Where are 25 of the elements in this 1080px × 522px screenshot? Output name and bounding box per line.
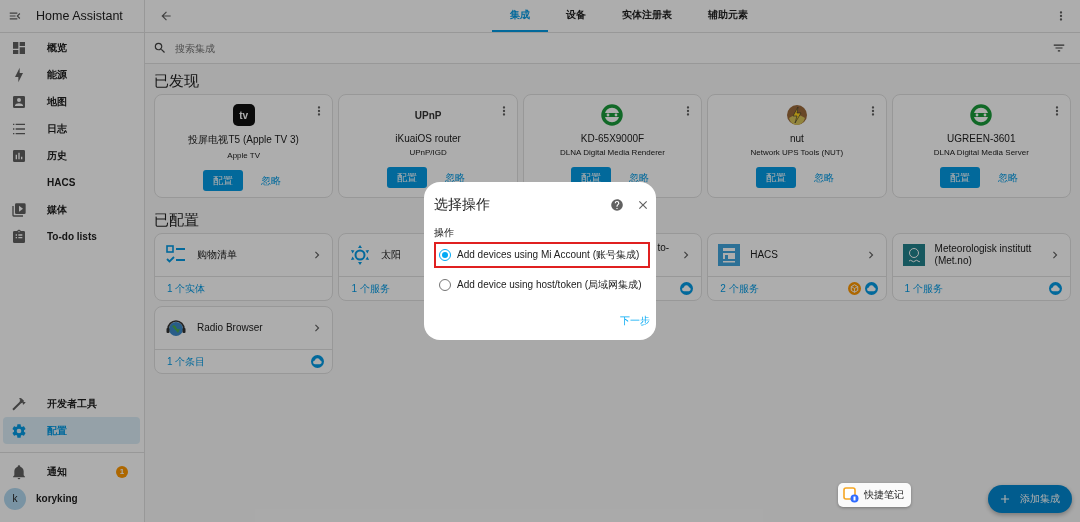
integration-name: Radio Browser [197,321,263,335]
integration-name: UPnP/IGD [409,148,447,157]
integration-name: DLNA Digital Media Server [933,148,1029,157]
avatar: k [4,487,26,510]
device-name: 投屏电视T5 (Apple TV 3) [188,133,299,147]
device-name: iKuaiOS router [395,133,461,144]
integration-name: Apple TV [227,151,261,160]
integration-name: HACS [750,248,778,262]
integration-name: 太阳 [381,248,402,262]
device-name: nut [789,133,804,144]
count-badge: 1 [116,465,128,478]
device-name: UGREEN-3601 [947,133,1016,144]
app-title: Home Assistant [36,9,123,23]
integration-name: to- [657,242,670,255]
integration-name: DLNA Digital Media Renderer [560,148,665,157]
section-heading: 已发现 [154,70,199,91]
upnp-logo: UPnP [414,108,442,123]
field-label: 操作 [434,226,454,240]
device-name: KD-65X9000F [580,133,645,144]
tv-logo: tv [232,104,255,126]
integration-name: Meteorologisk institutt (Met.no) [934,242,1033,268]
dialog-title: 选择操作 [434,196,491,214]
integration-name: 购物清单 [197,248,237,262]
integration-name: Network UPS Tools (NUT) [750,148,844,157]
section-heading: 已配置 [154,209,199,230]
